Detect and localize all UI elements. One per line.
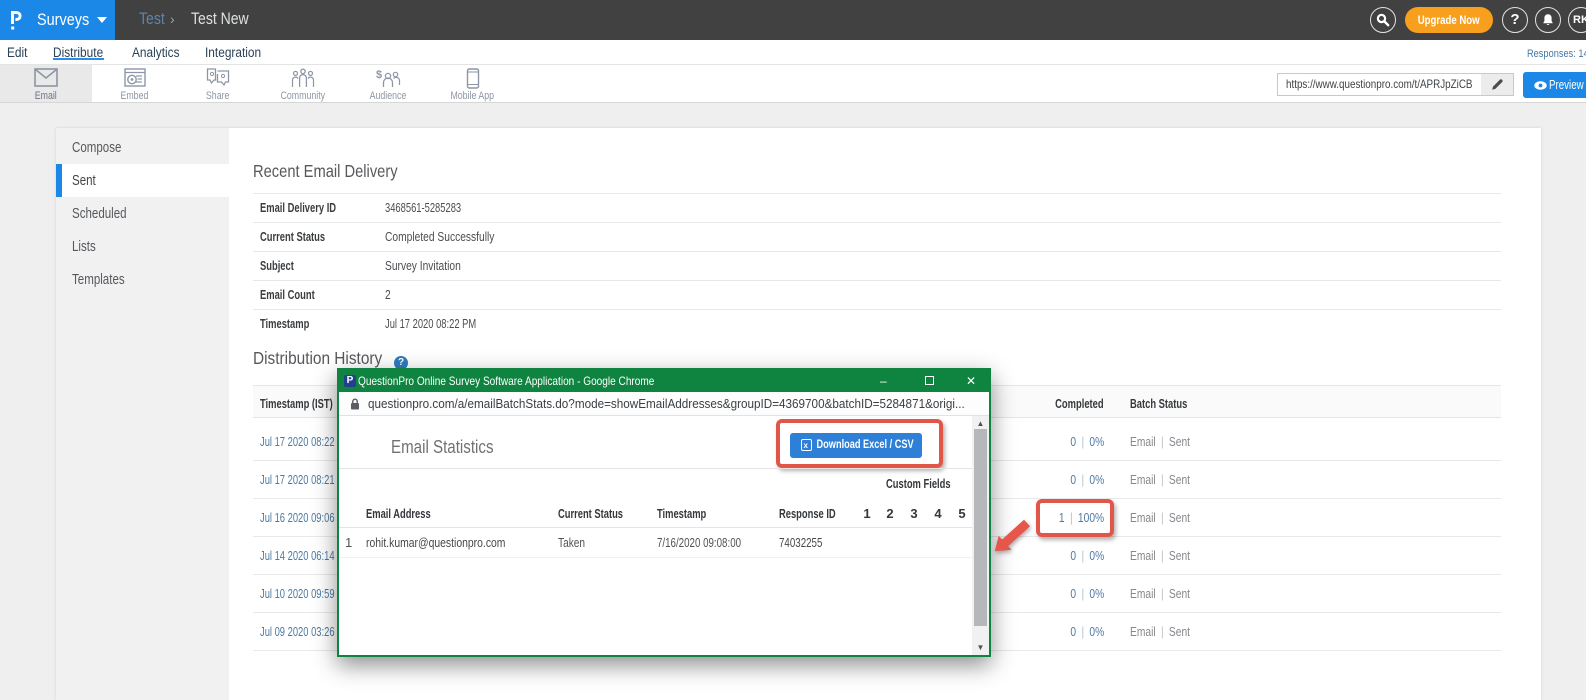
- svg-text:$: $: [376, 69, 382, 81]
